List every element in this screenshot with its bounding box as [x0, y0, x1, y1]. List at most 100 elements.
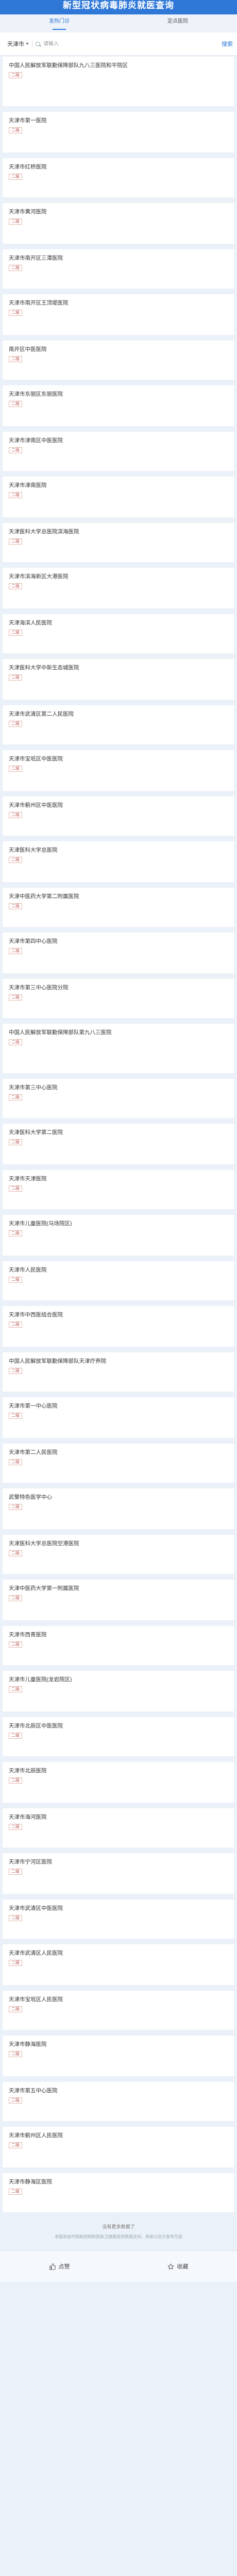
- hospital-name: 天津市西青医院: [9, 1632, 47, 1638]
- search-button[interactable]: 搜索: [222, 40, 233, 48]
- hospital-level-badge: 二级: [9, 265, 22, 271]
- hospital-card[interactable]: 天津市儿童医院(龙岩院区) 二级: [3, 1671, 234, 1711]
- hospital-card[interactable]: 天津市蓟州区人民医院 二级: [3, 2127, 234, 2167]
- hospital-name: 天津市宁河区医院: [9, 1859, 52, 1865]
- hospital-card[interactable]: 天津市第五中心医院 二级: [3, 2082, 234, 2121]
- hospital-card[interactable]: 天津医科大学总医院 二级: [3, 841, 234, 882]
- hospital-card[interactable]: 天津市武清区中医医院 二级: [3, 1900, 234, 1939]
- hospital-card[interactable]: 天津市静海区医院 二级: [3, 2173, 234, 2212]
- footer-note: 本服务由中国政府网和国家卫健委提供数据支持，具体以官方发布为准: [55, 2234, 182, 2239]
- hospital-card[interactable]: 天津医科大学第二医院 二级: [3, 1124, 234, 1164]
- hospital-name: 天津市武清区中医医院: [9, 1905, 63, 1911]
- hospital-card[interactable]: 武警特色医学中心 二级: [3, 1488, 234, 1529]
- hospital-card[interactable]: 天津医科大学总医院空港医院 二级: [3, 1535, 234, 1574]
- hospital-card[interactable]: 天津医科大学中新生态城医院 二级: [3, 659, 234, 700]
- hospital-card[interactable]: 天津市西青医院 二级: [3, 1626, 234, 1665]
- hospital-card[interactable]: 天津医科大学总医院滨海医院 二级: [3, 523, 234, 562]
- hospital-card[interactable]: 天津市第一中心医院 二级: [3, 1397, 234, 1438]
- hospital-level-badge: 二级: [9, 1550, 22, 1556]
- bottom-bar: 点赞 收藏: [0, 2250, 237, 2282]
- hospital-card[interactable]: 天津市蓟州区中医医院 二级: [3, 796, 234, 836]
- hospital-card[interactable]: 天津市南开区三潭医院 二级: [3, 249, 234, 289]
- hospital-card[interactable]: 天津市第一医院 二级: [3, 112, 234, 152]
- hospital-level-badge: 二级: [9, 447, 22, 453]
- hospital-level-badge: 二级: [9, 2006, 22, 2012]
- tab-designated-hospital[interactable]: 定点医院: [118, 14, 237, 32]
- hospital-card[interactable]: 天津市宁河区医院 二级: [3, 1853, 234, 1894]
- hospital-card[interactable]: 天津中医药大学第二附属医院 二级: [3, 888, 234, 927]
- search-icon: [36, 41, 40, 46]
- hospital-level-badge: 二级: [9, 1960, 22, 1966]
- hospital-card[interactable]: 天津市中西医结合医院 二级: [3, 1306, 234, 1347]
- hospital-card[interactable]: 天津市滨海新区大港医院 二级: [3, 568, 234, 608]
- hospital-card[interactable]: 天津市海河医院 二级: [3, 1808, 234, 1848]
- hospital-card[interactable]: 天津市第二人民医院 二级: [3, 1444, 234, 1483]
- hospital-card[interactable]: 天津海滨人民医院 二级: [3, 614, 234, 653]
- hospital-card[interactable]: 天津市黄河医院 二级: [3, 203, 234, 244]
- hospital-name: 天津市第一中心医院: [9, 1403, 58, 1409]
- like-button[interactable]: 点赞: [0, 2251, 118, 2282]
- city-select[interactable]: 天津市: [7, 40, 29, 48]
- hospital-card[interactable]: 中国人民解放军联勤保障部队九八三医院和平院区 二级: [3, 57, 234, 106]
- hospital-card[interactable]: 天津市儿童医院(马场院区) 二级: [3, 1215, 234, 1256]
- hospital-card[interactable]: 天津市津南区中医医院 二级: [3, 432, 234, 471]
- hospital-card[interactable]: 南开区中医医院 二级: [3, 341, 234, 380]
- hospital-level-badge: 二级: [9, 174, 22, 180]
- hospital-level-badge: 二级: [9, 1413, 22, 1419]
- hospital-card[interactable]: 天津中医药大学第一附属医院 二级: [3, 1580, 234, 1620]
- hospital-name: 天津市第三中心医院分院: [9, 985, 69, 991]
- hospital-name: 天津市南开区三潭医院: [9, 255, 63, 261]
- hospital-name: 天津市静海医院: [9, 2041, 47, 2047]
- hospital-name: 天津市红桥医院: [9, 164, 47, 170]
- hospital-card[interactable]: 天津市北辰医院 二级: [3, 1762, 234, 1803]
- hospital-name: 天津医科大学总医院空港医院: [9, 1540, 79, 1547]
- hospital-level-badge: 二级: [9, 630, 22, 636]
- hospital-card[interactable]: 天津市天津医院 二级: [3, 1170, 234, 1209]
- hospital-card[interactable]: 天津市武清区人民医院 二级: [3, 1944, 234, 1985]
- hospital-card[interactable]: 天津市南开区王顶堤医院 二级: [3, 294, 234, 335]
- hospital-name: 天津市黄河医院: [9, 209, 47, 215]
- favorite-label: 收藏: [177, 2264, 189, 2270]
- hospital-name: 天津市滨海新区大港医院: [9, 573, 69, 580]
- hospital-name: 天津市天津医院: [9, 1176, 47, 1182]
- hospital-level-badge: 二级: [9, 218, 22, 225]
- hospital-card[interactable]: 天津市津南医院 二级: [3, 477, 234, 517]
- header: 新型冠状病毒肺炎就医查询 发热门诊 定点医院: [0, 0, 237, 32]
- hospital-card[interactable]: 中国人民解放军联勤保障部队第九八三医院 二级: [3, 1024, 234, 1073]
- hospital-card[interactable]: 天津市宝坻区人民医院 二级: [3, 1991, 234, 2030]
- hospital-card[interactable]: 中国人民解放军联勤保障部队天津疗养院 二级: [3, 1352, 234, 1392]
- no-more-data[interactable]: 没有更多数据了: [0, 2218, 237, 2234]
- hospital-card[interactable]: 天津市第三中心医院分院 二级: [3, 979, 234, 1018]
- hospital-name: 天津市第三中心医院: [9, 1084, 58, 1091]
- hospital-name: 天津市蓟州区中医医院: [9, 802, 63, 808]
- hospital-card[interactable]: 天津市静海医院 二级: [3, 2036, 234, 2076]
- hospital-list: 中国人民解放军联勤保障部队九八三医院和平院区 二级 天津市第一医院 二级 天津市红桥医院…: [0, 56, 237, 2212]
- hospital-level-badge: 二级: [9, 72, 22, 78]
- hospital-name: 天津市宝坻区人民医院: [9, 1996, 63, 2003]
- hospital-level-badge: 二级: [9, 1686, 22, 1692]
- hospital-card[interactable]: 天津市人民医院 二级: [3, 1261, 234, 1300]
- hospital-name: 天津医科大学第二医院: [9, 1129, 63, 1136]
- tab-fever-clinic[interactable]: 发热门诊: [0, 14, 118, 32]
- star-icon: [167, 2263, 174, 2269]
- hospital-name: 天津市人民医院: [9, 1267, 47, 1273]
- hospital-card[interactable]: 天津市第三中心医院 二级: [3, 1079, 234, 1118]
- hospital-card[interactable]: 天津市北辰区中医医院 二级: [3, 1717, 234, 1756]
- hospital-name: 天津市东丽区东丽医院: [9, 391, 63, 397]
- favorite-button[interactable]: 收藏: [118, 2251, 237, 2282]
- hospital-card[interactable]: 天津市第四中心医院 二级: [3, 933, 234, 973]
- hospital-name: 天津市武清区第二人民医院: [9, 711, 74, 717]
- hospital-name: 武警特色医学中心: [9, 1494, 52, 1500]
- hospital-card[interactable]: 天津市武清区第二人民医院 二级: [3, 705, 234, 744]
- hospital-card[interactable]: 天津市红桥医院 二级: [3, 158, 234, 197]
- hospital-level-badge: 二级: [9, 674, 22, 681]
- hospital-card[interactable]: 天津市宝坻区中医医院 二级: [3, 750, 234, 791]
- hospital-card[interactable]: 天津市东丽区东丽医院 二级: [3, 385, 234, 426]
- hospital-name: 中国人民解放军联勤保障部队九八三医院和平院区: [9, 62, 128, 69]
- thumbs-up-icon: [49, 2263, 56, 2270]
- search-input[interactable]: [42, 38, 222, 49]
- hospital-name: 天津中医药大学第二附属医院: [9, 893, 79, 900]
- chevron-down-icon: [26, 43, 29, 45]
- hospital-level-badge: 二级: [9, 1039, 22, 1045]
- hospital-level-badge: 二级: [9, 1094, 22, 1100]
